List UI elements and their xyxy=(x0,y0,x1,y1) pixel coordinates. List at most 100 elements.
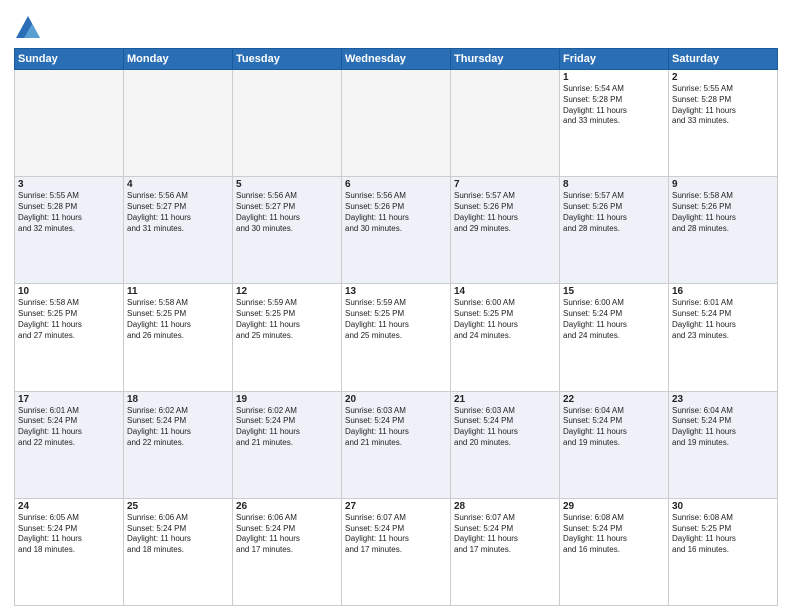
day-number: 10 xyxy=(18,286,120,297)
calendar-cell: 3Sunrise: 5:55 AM Sunset: 5:28 PM Daylig… xyxy=(15,177,124,284)
day-number: 11 xyxy=(127,286,229,297)
weekday-header-wednesday: Wednesday xyxy=(342,49,451,70)
day-number: 9 xyxy=(672,179,774,190)
day-info: Sunrise: 6:05 AM Sunset: 5:24 PM Dayligh… xyxy=(18,513,120,556)
calendar-cell: 6Sunrise: 5:56 AM Sunset: 5:26 PM Daylig… xyxy=(342,177,451,284)
day-info: Sunrise: 5:59 AM Sunset: 5:25 PM Dayligh… xyxy=(236,298,338,341)
calendar-cell: 20Sunrise: 6:03 AM Sunset: 5:24 PM Dayli… xyxy=(342,391,451,498)
day-number: 29 xyxy=(563,501,665,512)
calendar-cell: 22Sunrise: 6:04 AM Sunset: 5:24 PM Dayli… xyxy=(560,391,669,498)
day-info: Sunrise: 6:06 AM Sunset: 5:24 PM Dayligh… xyxy=(236,513,338,556)
calendar-cell: 17Sunrise: 6:01 AM Sunset: 5:24 PM Dayli… xyxy=(15,391,124,498)
calendar-cell xyxy=(124,70,233,177)
day-info: Sunrise: 6:04 AM Sunset: 5:24 PM Dayligh… xyxy=(672,406,774,449)
calendar-body: 1Sunrise: 5:54 AM Sunset: 5:28 PM Daylig… xyxy=(15,70,778,606)
weekday-header-tuesday: Tuesday xyxy=(233,49,342,70)
weekday-header-thursday: Thursday xyxy=(451,49,560,70)
day-info: Sunrise: 6:07 AM Sunset: 5:24 PM Dayligh… xyxy=(454,513,556,556)
week-row-5: 24Sunrise: 6:05 AM Sunset: 5:24 PM Dayli… xyxy=(15,498,778,605)
day-info: Sunrise: 6:08 AM Sunset: 5:24 PM Dayligh… xyxy=(563,513,665,556)
day-info: Sunrise: 6:06 AM Sunset: 5:24 PM Dayligh… xyxy=(127,513,229,556)
calendar-cell: 13Sunrise: 5:59 AM Sunset: 5:25 PM Dayli… xyxy=(342,284,451,391)
calendar-cell: 15Sunrise: 6:00 AM Sunset: 5:24 PM Dayli… xyxy=(560,284,669,391)
day-number: 30 xyxy=(672,501,774,512)
calendar-cell: 9Sunrise: 5:58 AM Sunset: 5:26 PM Daylig… xyxy=(669,177,778,284)
day-info: Sunrise: 5:55 AM Sunset: 5:28 PM Dayligh… xyxy=(672,84,774,127)
calendar-header: SundayMondayTuesdayWednesdayThursdayFrid… xyxy=(15,49,778,70)
weekday-header-sunday: Sunday xyxy=(15,49,124,70)
day-info: Sunrise: 6:03 AM Sunset: 5:24 PM Dayligh… xyxy=(454,406,556,449)
calendar-cell: 16Sunrise: 6:01 AM Sunset: 5:24 PM Dayli… xyxy=(669,284,778,391)
day-number: 27 xyxy=(345,501,447,512)
day-info: Sunrise: 6:01 AM Sunset: 5:24 PM Dayligh… xyxy=(672,298,774,341)
day-number: 6 xyxy=(345,179,447,190)
day-number: 12 xyxy=(236,286,338,297)
calendar-cell: 30Sunrise: 6:08 AM Sunset: 5:25 PM Dayli… xyxy=(669,498,778,605)
day-info: Sunrise: 5:59 AM Sunset: 5:25 PM Dayligh… xyxy=(345,298,447,341)
week-row-1: 1Sunrise: 5:54 AM Sunset: 5:28 PM Daylig… xyxy=(15,70,778,177)
calendar-cell xyxy=(342,70,451,177)
day-number: 19 xyxy=(236,394,338,405)
weekday-header-friday: Friday xyxy=(560,49,669,70)
day-number: 22 xyxy=(563,394,665,405)
calendar-cell: 1Sunrise: 5:54 AM Sunset: 5:28 PM Daylig… xyxy=(560,70,669,177)
calendar-cell: 21Sunrise: 6:03 AM Sunset: 5:24 PM Dayli… xyxy=(451,391,560,498)
day-info: Sunrise: 5:58 AM Sunset: 5:25 PM Dayligh… xyxy=(18,298,120,341)
calendar-cell: 10Sunrise: 5:58 AM Sunset: 5:25 PM Dayli… xyxy=(15,284,124,391)
day-number: 3 xyxy=(18,179,120,190)
day-info: Sunrise: 5:55 AM Sunset: 5:28 PM Dayligh… xyxy=(18,191,120,234)
day-info: Sunrise: 6:00 AM Sunset: 5:25 PM Dayligh… xyxy=(454,298,556,341)
day-number: 20 xyxy=(345,394,447,405)
day-number: 21 xyxy=(454,394,556,405)
day-number: 26 xyxy=(236,501,338,512)
calendar-cell: 23Sunrise: 6:04 AM Sunset: 5:24 PM Dayli… xyxy=(669,391,778,498)
day-info: Sunrise: 6:08 AM Sunset: 5:25 PM Dayligh… xyxy=(672,513,774,556)
calendar-cell: 18Sunrise: 6:02 AM Sunset: 5:24 PM Dayli… xyxy=(124,391,233,498)
weekday-header-monday: Monday xyxy=(124,49,233,70)
logo xyxy=(14,14,46,42)
calendar-cell: 29Sunrise: 6:08 AM Sunset: 5:24 PM Dayli… xyxy=(560,498,669,605)
day-info: Sunrise: 6:07 AM Sunset: 5:24 PM Dayligh… xyxy=(345,513,447,556)
calendar-cell: 26Sunrise: 6:06 AM Sunset: 5:24 PM Dayli… xyxy=(233,498,342,605)
day-number: 14 xyxy=(454,286,556,297)
calendar-cell: 8Sunrise: 5:57 AM Sunset: 5:26 PM Daylig… xyxy=(560,177,669,284)
day-number: 8 xyxy=(563,179,665,190)
week-row-3: 10Sunrise: 5:58 AM Sunset: 5:25 PM Dayli… xyxy=(15,284,778,391)
calendar-cell: 12Sunrise: 5:59 AM Sunset: 5:25 PM Dayli… xyxy=(233,284,342,391)
calendar-cell: 7Sunrise: 5:57 AM Sunset: 5:26 PM Daylig… xyxy=(451,177,560,284)
day-number: 23 xyxy=(672,394,774,405)
calendar-cell: 5Sunrise: 5:56 AM Sunset: 5:27 PM Daylig… xyxy=(233,177,342,284)
day-info: Sunrise: 5:57 AM Sunset: 5:26 PM Dayligh… xyxy=(454,191,556,234)
calendar-cell: 27Sunrise: 6:07 AM Sunset: 5:24 PM Dayli… xyxy=(342,498,451,605)
day-number: 17 xyxy=(18,394,120,405)
day-info: Sunrise: 5:58 AM Sunset: 5:25 PM Dayligh… xyxy=(127,298,229,341)
day-info: Sunrise: 5:57 AM Sunset: 5:26 PM Dayligh… xyxy=(563,191,665,234)
calendar-cell xyxy=(15,70,124,177)
day-info: Sunrise: 5:58 AM Sunset: 5:26 PM Dayligh… xyxy=(672,191,774,234)
calendar: SundayMondayTuesdayWednesdayThursdayFrid… xyxy=(14,48,778,606)
calendar-cell: 25Sunrise: 6:06 AM Sunset: 5:24 PM Dayli… xyxy=(124,498,233,605)
day-number: 25 xyxy=(127,501,229,512)
calendar-cell xyxy=(451,70,560,177)
calendar-cell: 11Sunrise: 5:58 AM Sunset: 5:25 PM Dayli… xyxy=(124,284,233,391)
day-info: Sunrise: 6:03 AM Sunset: 5:24 PM Dayligh… xyxy=(345,406,447,449)
day-info: Sunrise: 5:54 AM Sunset: 5:28 PM Dayligh… xyxy=(563,84,665,127)
day-number: 2 xyxy=(672,72,774,83)
day-number: 24 xyxy=(18,501,120,512)
day-number: 7 xyxy=(454,179,556,190)
day-number: 5 xyxy=(236,179,338,190)
page: SundayMondayTuesdayWednesdayThursdayFrid… xyxy=(0,0,792,612)
day-info: Sunrise: 6:02 AM Sunset: 5:24 PM Dayligh… xyxy=(127,406,229,449)
day-number: 28 xyxy=(454,501,556,512)
day-number: 13 xyxy=(345,286,447,297)
day-number: 18 xyxy=(127,394,229,405)
day-number: 16 xyxy=(672,286,774,297)
calendar-cell: 2Sunrise: 5:55 AM Sunset: 5:28 PM Daylig… xyxy=(669,70,778,177)
weekday-header-saturday: Saturday xyxy=(669,49,778,70)
calendar-cell: 28Sunrise: 6:07 AM Sunset: 5:24 PM Dayli… xyxy=(451,498,560,605)
day-number: 4 xyxy=(127,179,229,190)
weekday-row: SundayMondayTuesdayWednesdayThursdayFrid… xyxy=(15,49,778,70)
day-number: 15 xyxy=(563,286,665,297)
day-info: Sunrise: 6:04 AM Sunset: 5:24 PM Dayligh… xyxy=(563,406,665,449)
calendar-cell: 14Sunrise: 6:00 AM Sunset: 5:25 PM Dayli… xyxy=(451,284,560,391)
